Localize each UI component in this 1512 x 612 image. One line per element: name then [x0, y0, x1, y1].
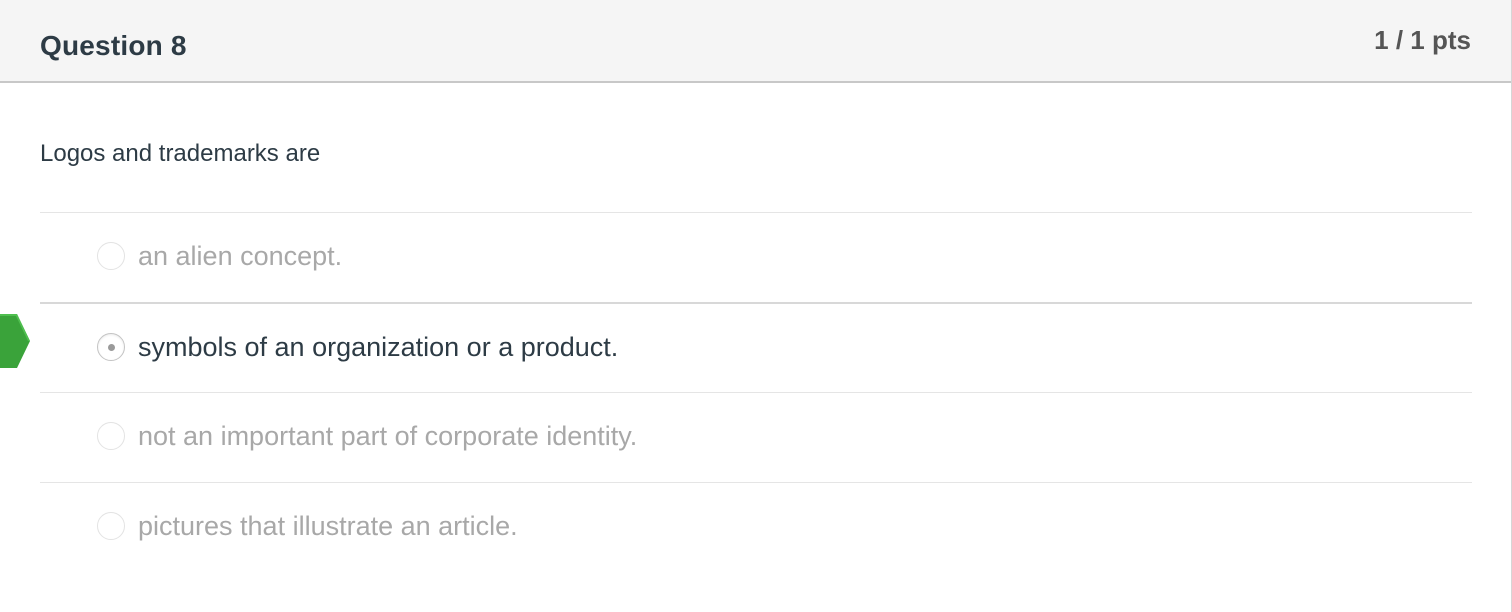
correct-answer-arrow-icon — [0, 314, 30, 368]
answer-list: an alien concept. symbols of an organiza… — [40, 212, 1472, 572]
answer-label: not an important part of corporate ident… — [138, 421, 638, 451]
radio-button[interactable] — [97, 422, 125, 450]
question-text: Logos and trademarks are — [40, 140, 321, 167]
answer-option-2[interactable]: symbols of an organization or a product. — [40, 302, 1472, 392]
answer-option-3[interactable]: not an important part of corporate ident… — [40, 392, 1472, 482]
answer-label: an alien concept. — [138, 241, 343, 271]
quiz-question-panel: Question 8 1 / 1 pts Logos and trademark… — [0, 0, 1512, 612]
answer-label: symbols of an organization or a product. — [138, 332, 619, 362]
radio-button[interactable] — [97, 512, 125, 540]
radio-button[interactable] — [97, 242, 125, 270]
answer-option-1[interactable]: an alien concept. — [40, 212, 1472, 302]
radio-button-selected[interactable] — [97, 333, 125, 361]
radio-dot-icon — [107, 343, 115, 351]
question-title: Question 8 — [40, 30, 187, 61]
answer-label: pictures that illustrate an article. — [138, 511, 518, 541]
question-header: Question 8 1 / 1 pts — [0, 0, 1511, 83]
question-points: 1 / 1 pts — [1374, 25, 1471, 55]
answer-option-4[interactable]: pictures that illustrate an article. — [40, 482, 1472, 572]
